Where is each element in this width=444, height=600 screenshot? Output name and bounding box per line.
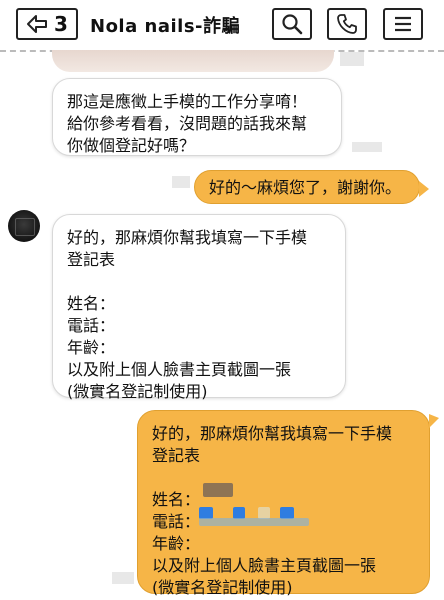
phone-icon xyxy=(337,14,357,34)
redacted-timestamp xyxy=(340,52,364,66)
outgoing-message[interactable]: 好的，那麻煩你幫我填寫一下手模 登記表 姓名： 電話： 年齡： 以及附上個人臉書… xyxy=(137,410,430,597)
menu-button[interactable] xyxy=(383,8,423,40)
search-icon xyxy=(282,14,303,35)
incoming-message[interactable]: 好的，那麻煩你幫我填寫一下手模 登記表 姓名： 電話： 年齡： 以及附上個人臉書… xyxy=(52,214,346,401)
redacted-name xyxy=(203,483,233,497)
incoming-message[interactable]: 那這是應徵上手模的工作分享唷！ 給你參考看看，沒問題的話我來幫 你做個登記好嗎？ xyxy=(52,78,342,156)
chat-header: 3 Nola nails-詐騙 xyxy=(0,0,444,52)
redacted-phone xyxy=(199,518,309,526)
call-button[interactable] xyxy=(327,8,367,40)
arrow-left-icon xyxy=(27,15,48,33)
outgoing-message[interactable]: 好的～麻煩您了，謝謝你。 xyxy=(194,170,420,204)
unread-count: 3 xyxy=(54,12,68,36)
bubble-tail xyxy=(429,414,439,428)
redacted-timestamp xyxy=(172,176,190,188)
avatar-logo xyxy=(15,218,35,236)
back-button[interactable]: 3 xyxy=(16,8,78,40)
menu-icon xyxy=(395,16,411,32)
chat-title: Nola nails-詐騙 xyxy=(90,16,240,37)
bubble-tail xyxy=(419,181,429,197)
redacted-timestamp xyxy=(352,142,382,152)
redacted-timestamp xyxy=(112,572,134,584)
search-button[interactable] xyxy=(272,8,312,40)
shared-photo[interactable] xyxy=(52,50,334,72)
